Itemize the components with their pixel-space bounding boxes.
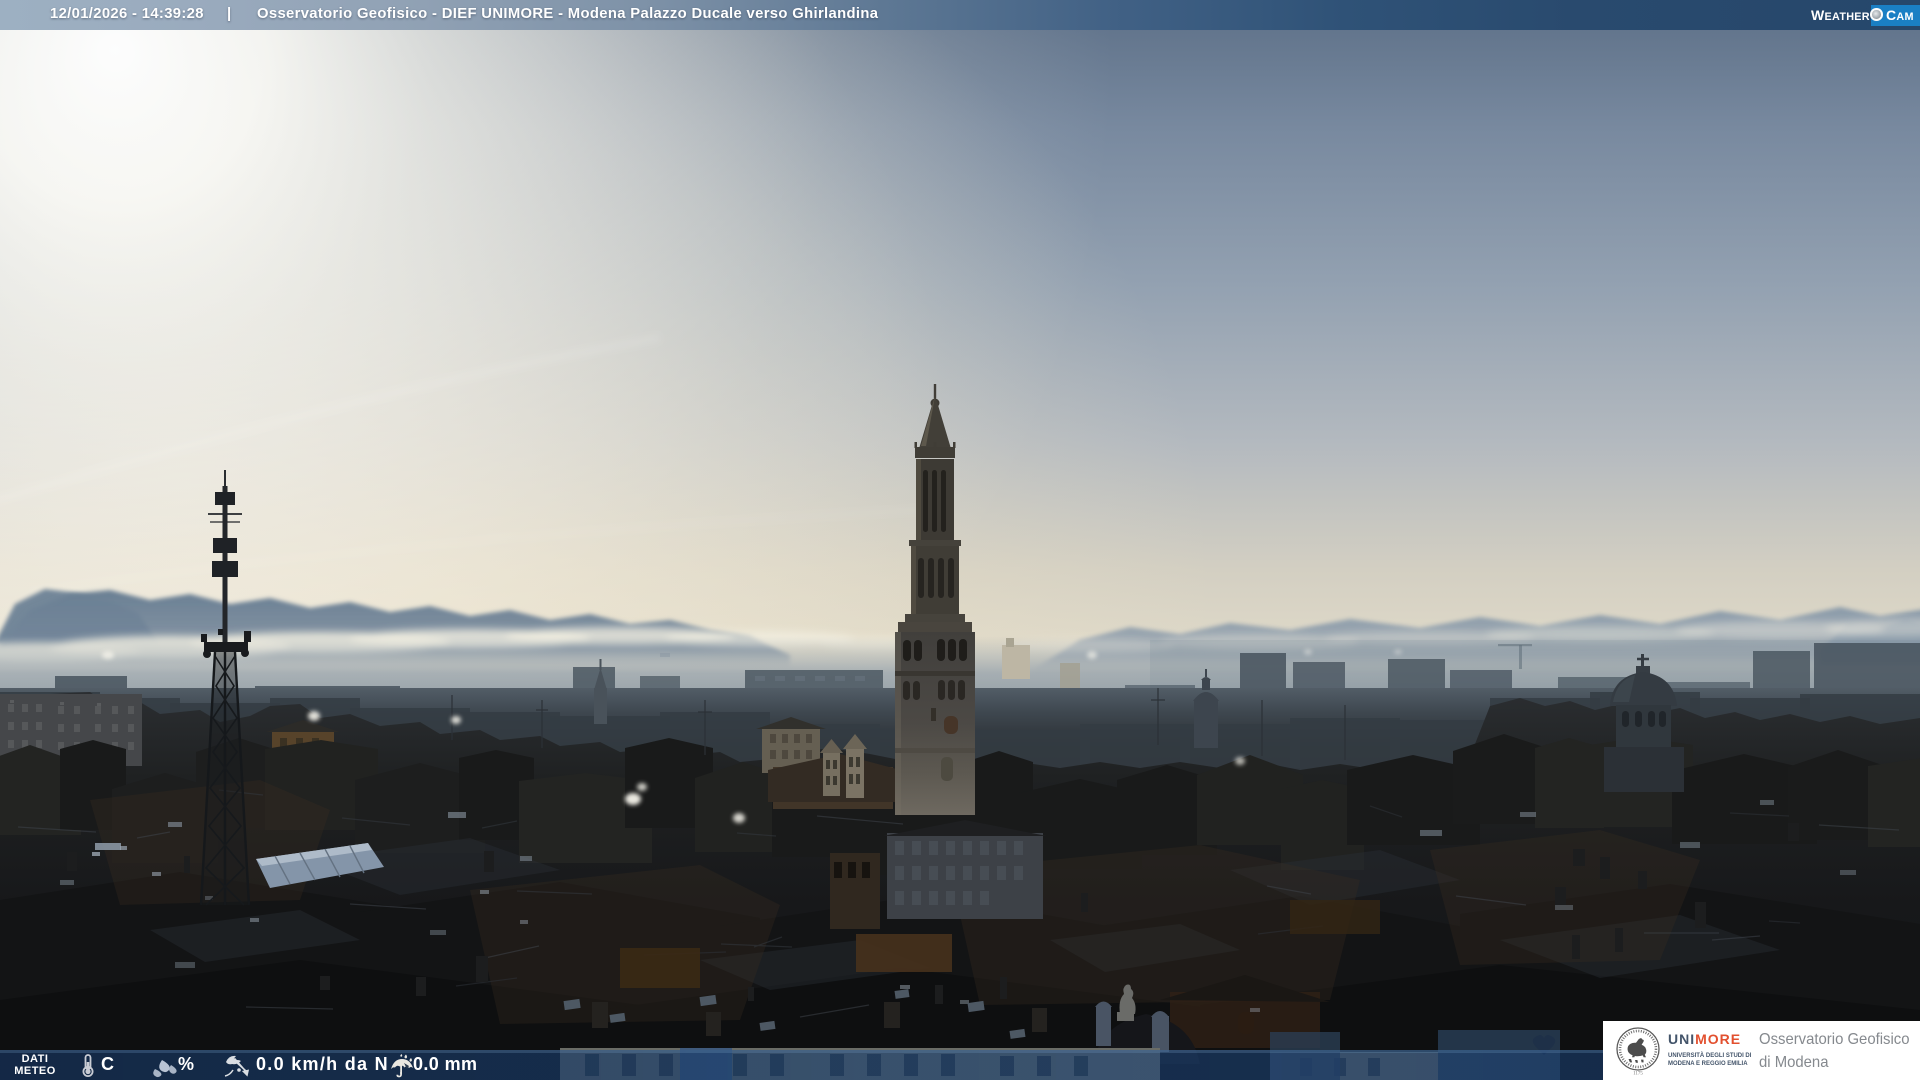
svg-text:1175: 1175 — [1633, 1072, 1643, 1077]
